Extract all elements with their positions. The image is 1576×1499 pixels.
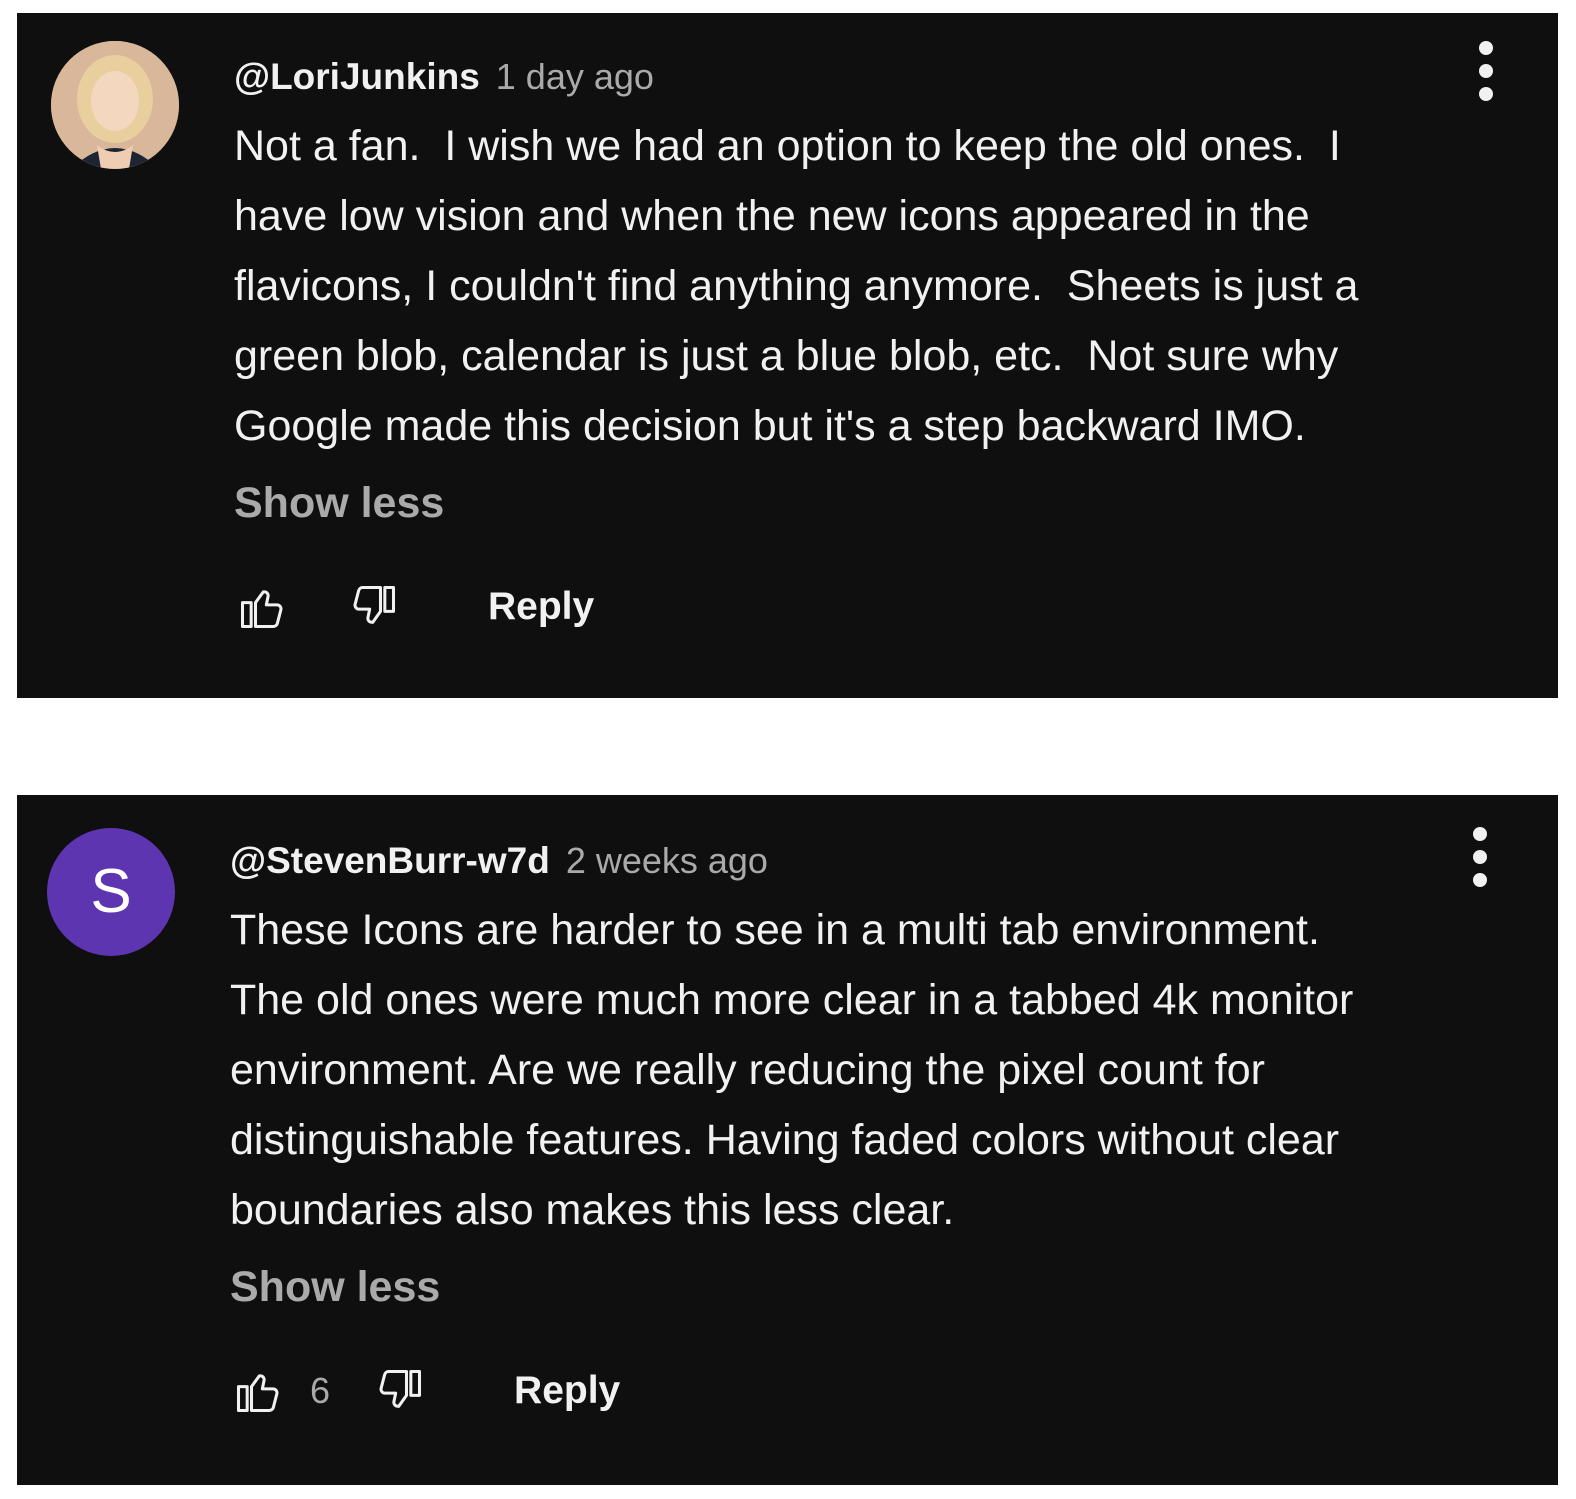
comment-body: @StevenBurr-w7d 2 weeks ago These Icons … xyxy=(230,839,1518,1419)
more-vert-icon[interactable] xyxy=(1460,827,1500,887)
dislike-button[interactable] xyxy=(372,1363,428,1419)
avatar[interactable] xyxy=(51,41,179,169)
thumb-down-icon xyxy=(379,1369,422,1408)
more-vert-icon[interactable] xyxy=(1466,41,1506,101)
kebab-dot xyxy=(1479,87,1493,101)
comment-thread: S @StevenBurr-w7d 2 weeks ago These Icon… xyxy=(17,795,1558,1485)
comment-header: @StevenBurr-w7d 2 weeks ago xyxy=(230,839,1518,883)
reply-button[interactable]: Reply xyxy=(514,1369,620,1413)
comment-actions: 6 Reply xyxy=(230,1363,1518,1419)
comment-actions: Reply xyxy=(234,579,1518,635)
comment-text: These Icons are harder to see in a multi… xyxy=(230,906,1354,1234)
comment-thread: @LoriJunkins 1 day ago Not a fan. I wish… xyxy=(17,13,1558,698)
thumb-down-icon xyxy=(353,585,396,624)
kebab-dot xyxy=(1473,850,1487,864)
avatar[interactable]: S xyxy=(47,828,175,956)
published-time[interactable]: 1 day ago xyxy=(496,56,654,98)
comment-body: @LoriJunkins 1 day ago Not a fan. I wish… xyxy=(234,55,1518,635)
comment-text: Not a fan. I wish we had an option to ke… xyxy=(234,122,1359,450)
thumb-up-icon xyxy=(240,590,283,629)
avatar-photo-icon xyxy=(51,41,179,169)
thumb-up-icon xyxy=(236,1374,279,1413)
like-button[interactable] xyxy=(230,1363,286,1419)
dislike-button[interactable] xyxy=(346,579,402,635)
show-less-button[interactable]: Show less xyxy=(234,479,1518,527)
show-less-button[interactable]: Show less xyxy=(230,1263,1518,1311)
avatar-letter: S xyxy=(90,857,132,926)
published-time[interactable]: 2 weeks ago xyxy=(566,840,768,882)
kebab-dot xyxy=(1473,873,1487,887)
reply-button[interactable]: Reply xyxy=(488,585,594,629)
like-count: 6 xyxy=(310,1370,331,1411)
author-name[interactable]: @StevenBurr-w7d xyxy=(230,840,550,882)
comment-header: @LoriJunkins 1 day ago xyxy=(234,55,1518,99)
author-name[interactable]: @LoriJunkins xyxy=(234,56,480,98)
kebab-dot xyxy=(1479,41,1493,55)
like-button[interactable] xyxy=(234,579,290,635)
kebab-dot xyxy=(1473,827,1487,841)
kebab-dot xyxy=(1479,64,1493,78)
